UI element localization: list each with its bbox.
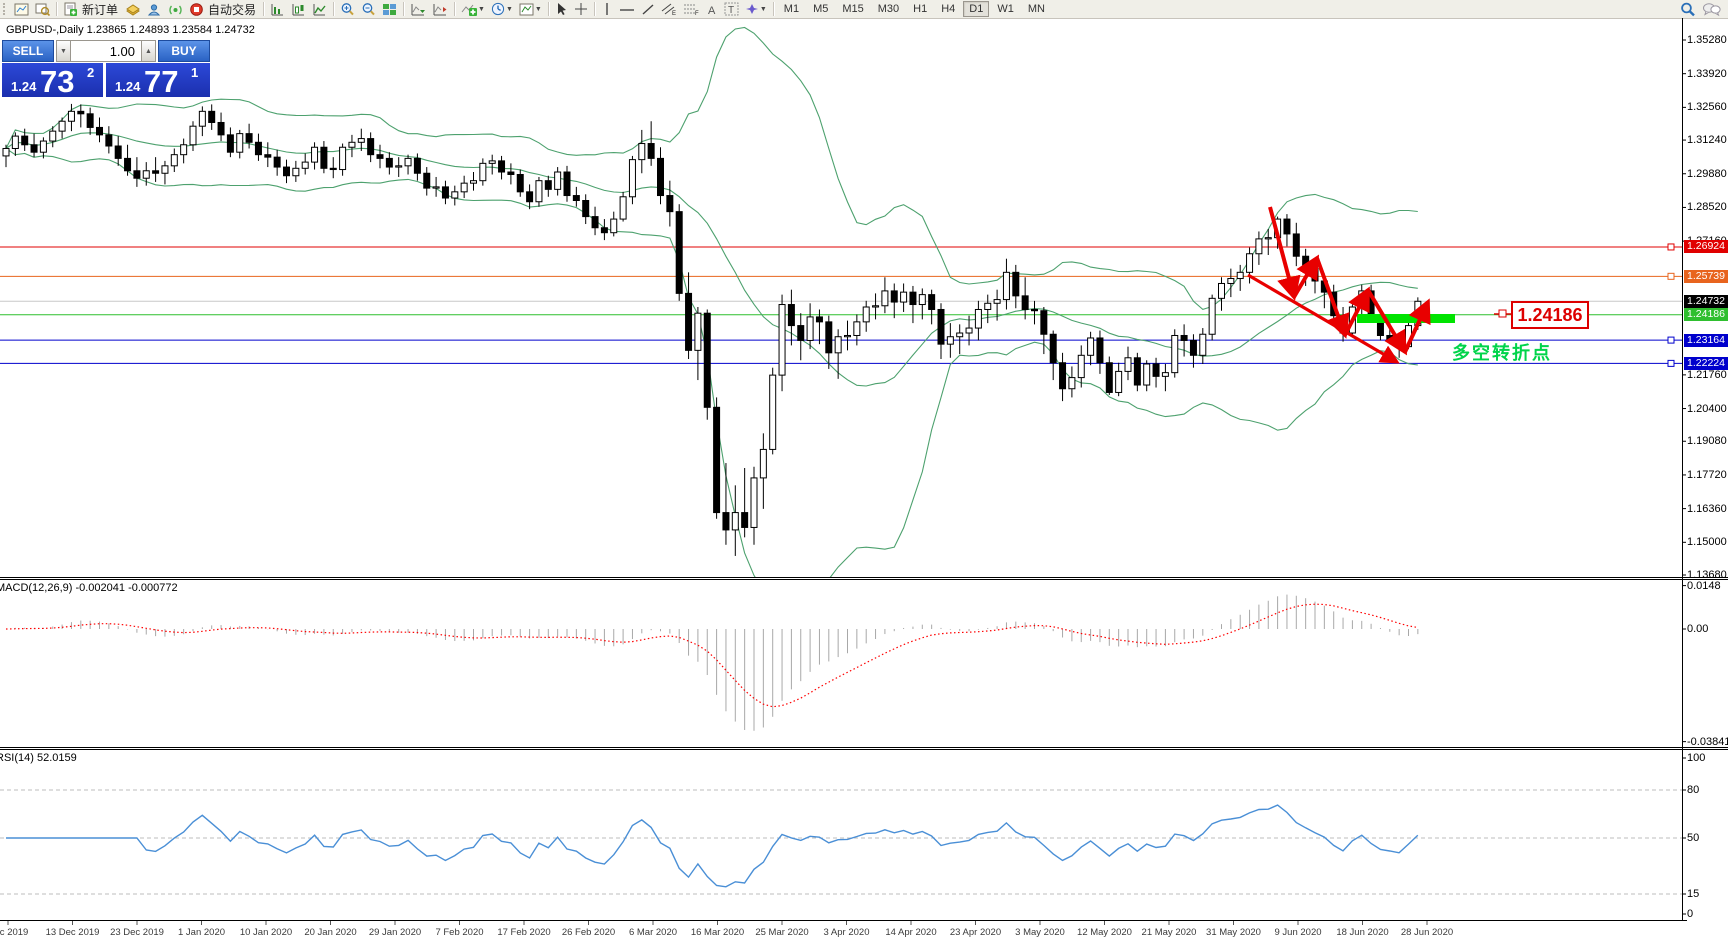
level-marker <box>1667 359 1675 367</box>
price-tick: 1.20400 <box>1687 402 1727 415</box>
rsi-axis-tick: 80 <box>1687 784 1700 796</box>
sell-price-small: 1.24 <box>11 79 37 94</box>
date-label: 21 May 2020 <box>1141 927 1197 938</box>
price-tick: 1.16360 <box>1687 502 1727 515</box>
price-tick: 1.35280 <box>1687 34 1727 46</box>
volume-stepper: ▼ 1.00 ▲ <box>56 40 156 62</box>
buy-button[interactable]: BUY <box>158 40 210 62</box>
date-label: 10 Jan 2020 <box>239 927 293 938</box>
level-marker <box>1667 243 1675 251</box>
sell-price-big: 73 <box>40 64 75 97</box>
date-label: 7 Feb 2020 <box>435 927 484 938</box>
date-label: 13 Dec 2019 <box>45 927 100 938</box>
date-label: 3 May 2020 <box>1015 927 1065 938</box>
price-tick: 1.33920 <box>1687 67 1727 80</box>
chart-canvas[interactable] <box>0 0 1728 941</box>
date-label: 16 Mar 2020 <box>690 927 745 938</box>
rsi-indicator <box>0 789 1682 895</box>
highlight-bar <box>1357 314 1455 323</box>
chart-title: GBPUSD-,Daily 1.23865 1.24893 1.23584 1.… <box>6 24 255 36</box>
volume-decrease-button[interactable]: ▼ <box>56 40 71 62</box>
price-tag: 1.26924 <box>1684 240 1728 254</box>
price-tick: 1.28520 <box>1687 201 1727 214</box>
price-tick: 1.31240 <box>1687 134 1727 147</box>
date-label: 20 Jan 2020 <box>304 927 357 938</box>
macd-label: MACD(12,26,9) -0.002041 -0.000772 <box>0 582 178 594</box>
sell-button[interactable]: SELL <box>2 40 54 62</box>
turning-point-label: 多空转折点 <box>1452 343 1552 363</box>
buy-price-sup: 1 <box>191 65 199 80</box>
rsi-axis-tick: 15 <box>1687 888 1700 900</box>
date-label: 26 Feb 2020 <box>561 927 616 938</box>
date-label: Dec 2019 <box>0 927 29 938</box>
macd-indicator <box>5 594 1419 731</box>
buy-price-panel[interactable]: 1.24 77 1 <box>106 63 210 97</box>
rsi-axis-tick: 0 <box>1687 908 1694 920</box>
rsi-axis-tick: 50 <box>1687 832 1700 844</box>
date-label: 18 Jun 2020 <box>1336 927 1389 938</box>
candles <box>2 103 1422 556</box>
date-label: 14 Apr 2020 <box>885 927 937 938</box>
buy-price-small: 1.24 <box>115 79 141 94</box>
macd-axis-tick: 0.00 <box>1687 623 1709 635</box>
price-tick: 1.29880 <box>1687 167 1727 180</box>
volume-input[interactable]: 1.00 <box>71 40 141 62</box>
price-tick: 1.17720 <box>1687 468 1727 481</box>
price-tick: 1.21760 <box>1687 368 1727 381</box>
mt4-window: 新订单 自动交易 ▼ ▼ ▼ E F A T ▼ M1 M5 M15 M30 H… <box>0 0 1728 941</box>
buy-price-big: 77 <box>144 64 179 97</box>
macd-axis-tick: 0.0148 <box>1687 579 1721 592</box>
rsi-label: RSI(14) 52.0159 <box>0 752 77 764</box>
volume-increase-button[interactable]: ▲ <box>141 40 156 62</box>
date-label: 31 May 2020 <box>1206 927 1261 938</box>
one-click-trading-panel: SELL ▼ 1.00 ▲ BUY 1.24 73 2 1.24 77 1 <box>2 40 210 98</box>
date-label: 23 Dec 2019 <box>110 927 164 938</box>
macd-axis-tick: -0.038415 <box>1687 735 1728 748</box>
rsi-axis-tick: 100 <box>1687 752 1706 764</box>
price-tick: 1.32560 <box>1687 101 1727 114</box>
sell-price-sup: 2 <box>87 65 95 80</box>
date-label: 9 Jun 2020 <box>1274 927 1322 938</box>
date-label: 23 Apr 2020 <box>949 927 1002 938</box>
price-tag: 1.25739 <box>1684 269 1728 283</box>
bollinger-bands <box>5 26 1418 577</box>
date-label: 17 Feb 2020 <box>497 927 551 938</box>
price-callout[interactable]: 1.24186 <box>1511 301 1589 329</box>
price-tag: 1.22224 <box>1684 356 1728 370</box>
callout-anchor <box>1498 309 1507 318</box>
price-tick: 1.15000 <box>1687 536 1727 549</box>
date-label: 25 Mar 2020 <box>755 927 809 938</box>
date-label: 29 Jan 2020 <box>368 927 422 938</box>
level-marker <box>1667 336 1675 344</box>
date-label: 3 Apr 2020 <box>823 927 870 938</box>
sell-price-panel[interactable]: 1.24 73 2 <box>2 63 103 97</box>
price-tag: 1.24732 <box>1684 294 1728 308</box>
date-label: 12 May 2020 <box>1077 927 1132 938</box>
price-tick: 1.19080 <box>1687 435 1727 448</box>
price-tag: 1.23164 <box>1684 333 1728 347</box>
level-marker <box>1667 272 1675 280</box>
date-label: 6 Mar 2020 <box>628 927 678 938</box>
price-tag: 1.24186 <box>1684 308 1728 322</box>
date-label: 1 Jan 2020 <box>177 927 226 938</box>
date-label: 28 Jun 2020 <box>1400 927 1454 938</box>
